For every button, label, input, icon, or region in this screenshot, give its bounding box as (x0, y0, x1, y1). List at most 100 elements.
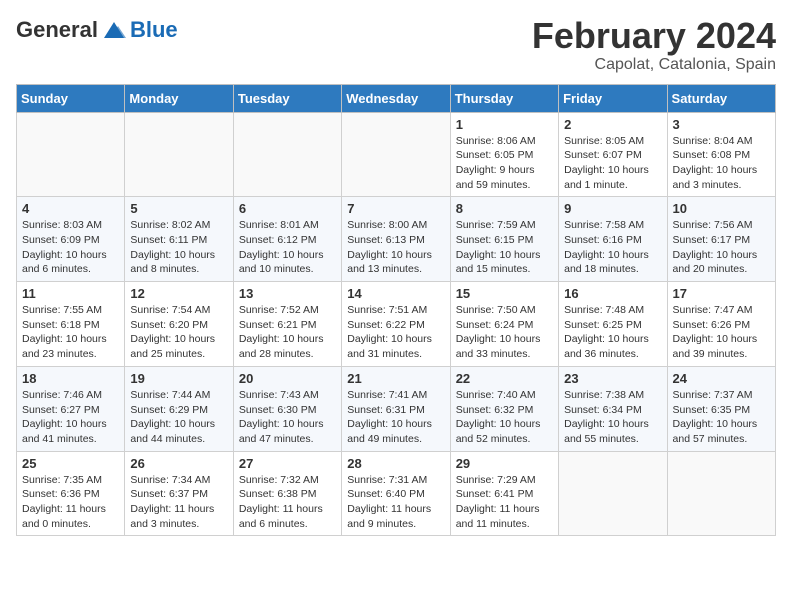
day-number: 21 (347, 371, 444, 386)
calendar-cell: 2 Sunrise: 8:05 AMSunset: 6:07 PMDaylight… (559, 112, 667, 197)
col-header-tuesday: Tuesday (233, 84, 341, 112)
calendar-cell: 1 Sunrise: 8:06 AMSunset: 6:05 PMDaylight… (450, 112, 558, 197)
col-header-friday: Friday (559, 84, 667, 112)
col-header-monday: Monday (125, 84, 233, 112)
calendar-cell (125, 112, 233, 197)
day-info: Sunrise: 7:43 AMSunset: 6:30 PMDaylight:… (239, 388, 336, 447)
calendar-cell: 3 Sunrise: 8:04 AMSunset: 6:08 PMDaylight… (667, 112, 775, 197)
calendar-cell: 6 Sunrise: 8:01 AMSunset: 6:12 PMDaylight… (233, 197, 341, 282)
col-header-wednesday: Wednesday (342, 84, 450, 112)
calendar-cell (342, 112, 450, 197)
day-number: 26 (130, 456, 227, 471)
day-info: Sunrise: 7:58 AMSunset: 6:16 PMDaylight:… (564, 218, 661, 277)
day-number: 25 (22, 456, 119, 471)
calendar-cell: 13 Sunrise: 7:52 AMSunset: 6:21 PMDayligh… (233, 282, 341, 367)
day-info: Sunrise: 8:02 AMSunset: 6:11 PMDaylight:… (130, 218, 227, 277)
col-header-thursday: Thursday (450, 84, 558, 112)
col-header-sunday: Sunday (17, 84, 125, 112)
calendar-cell: 12 Sunrise: 7:54 AMSunset: 6:20 PMDayligh… (125, 282, 233, 367)
calendar-cell: 23Sunrise: 7:38 AMSunset: 6:34 PMDayligh… (559, 366, 667, 451)
day-info: Sunrise: 7:51 AMSunset: 6:22 PMDaylight:… (347, 303, 444, 362)
calendar-cell: 20 Sunrise: 7:43 AMSunset: 6:30 PMDayligh… (233, 366, 341, 451)
day-number: 17 (673, 286, 770, 301)
calendar-cell: 28Sunrise: 7:31 AMSunset: 6:40 PMDayligh… (342, 451, 450, 536)
day-info: Sunrise: 7:44 AMSunset: 6:29 PMDaylight:… (130, 388, 227, 447)
day-info: Sunrise: 7:47 AMSunset: 6:26 PMDaylight:… (673, 303, 770, 362)
day-number: 9 (564, 201, 661, 216)
calendar-cell: 8 Sunrise: 7:59 AMSunset: 6:15 PMDaylight… (450, 197, 558, 282)
day-number: 18 (22, 371, 119, 386)
main-title: February 2024 (532, 16, 776, 56)
calendar-cell: 27 Sunrise: 7:32 AMSunset: 6:38 PMDayligh… (233, 451, 341, 536)
calendar-table: SundayMondayTuesdayWednesdayThursdayFrid… (16, 84, 776, 537)
day-number: 3 (673, 117, 770, 132)
calendar-cell: 24 Sunrise: 7:37 AMSunset: 6:35 PMDayligh… (667, 366, 775, 451)
day-number: 8 (456, 201, 553, 216)
day-info: Sunrise: 7:40 AMSunset: 6:32 PMDaylight:… (456, 388, 553, 447)
subtitle: Capolat, Catalonia, Spain (532, 56, 776, 74)
day-info: Sunrise: 7:29 AMSunset: 6:41 PMDaylight:… (456, 473, 553, 532)
day-number: 22 (456, 371, 553, 386)
calendar-cell: 22 Sunrise: 7:40 AMSunset: 6:32 PMDayligh… (450, 366, 558, 451)
calendar-cell: 18Sunrise: 7:46 AMSunset: 6:27 PMDayligh… (17, 366, 125, 451)
day-number: 7 (347, 201, 444, 216)
day-number: 29 (456, 456, 553, 471)
calendar-cell: 26 Sunrise: 7:34 AMSunset: 6:37 PMDayligh… (125, 451, 233, 536)
day-info: Sunrise: 8:03 AMSunset: 6:09 PMDaylight:… (22, 218, 119, 277)
day-info: Sunrise: 7:55 AMSunset: 6:18 PMDaylight:… (22, 303, 119, 362)
logo-icon (100, 16, 128, 44)
calendar-cell: 16 Sunrise: 7:48 AMSunset: 6:25 PMDayligh… (559, 282, 667, 367)
day-info: Sunrise: 7:41 AMSunset: 6:31 PMDaylight:… (347, 388, 444, 447)
day-number: 20 (239, 371, 336, 386)
calendar-cell: 14 Sunrise: 7:51 AMSunset: 6:22 PMDayligh… (342, 282, 450, 367)
day-number: 5 (130, 201, 227, 216)
calendar-cell: 11Sunrise: 7:55 AMSunset: 6:18 PMDayligh… (17, 282, 125, 367)
calendar-cell: 15Sunrise: 7:50 AMSunset: 6:24 PMDayligh… (450, 282, 558, 367)
day-number: 15 (456, 286, 553, 301)
day-number: 14 (347, 286, 444, 301)
calendar-cell: 19Sunrise: 7:44 AMSunset: 6:29 PMDayligh… (125, 366, 233, 451)
calendar-cell (233, 112, 341, 197)
calendar-cell: 29 Sunrise: 7:29 AMSunset: 6:41 PMDayligh… (450, 451, 558, 536)
day-number: 16 (564, 286, 661, 301)
calendar-cell: 10 Sunrise: 7:56 AMSunset: 6:17 PMDayligh… (667, 197, 775, 282)
day-info: Sunrise: 7:56 AMSunset: 6:17 PMDaylight:… (673, 218, 770, 277)
day-number: 24 (673, 371, 770, 386)
day-info: Sunrise: 7:52 AMSunset: 6:21 PMDaylight:… (239, 303, 336, 362)
day-info: Sunrise: 8:04 AMSunset: 6:08 PMDaylight:… (673, 134, 770, 193)
day-info: Sunrise: 7:54 AMSunset: 6:20 PMDaylight:… (130, 303, 227, 362)
day-info: Sunrise: 7:59 AMSunset: 6:15 PMDaylight:… (456, 218, 553, 277)
day-number: 10 (673, 201, 770, 216)
day-info: Sunrise: 8:06 AMSunset: 6:05 PMDaylight:… (456, 134, 553, 193)
logo-blue: Blue (130, 17, 178, 43)
calendar-cell (559, 451, 667, 536)
calendar-cell: 9 Sunrise: 7:58 AMSunset: 6:16 PMDaylight… (559, 197, 667, 282)
day-number: 13 (239, 286, 336, 301)
day-info: Sunrise: 7:31 AMSunset: 6:40 PMDaylight:… (347, 473, 444, 532)
day-number: 27 (239, 456, 336, 471)
day-number: 4 (22, 201, 119, 216)
page-header: General Blue February 2024 Capolat, Cata… (16, 16, 776, 74)
day-info: Sunrise: 8:05 AMSunset: 6:07 PMDaylight:… (564, 134, 661, 193)
day-info: Sunrise: 7:34 AMSunset: 6:37 PMDaylight:… (130, 473, 227, 532)
calendar-cell (667, 451, 775, 536)
day-number: 1 (456, 117, 553, 132)
calendar-cell (17, 112, 125, 197)
day-info: Sunrise: 8:00 AMSunset: 6:13 PMDaylight:… (347, 218, 444, 277)
day-number: 12 (130, 286, 227, 301)
logo-general: General (16, 17, 98, 43)
day-number: 6 (239, 201, 336, 216)
day-number: 2 (564, 117, 661, 132)
day-info: Sunrise: 7:37 AMSunset: 6:35 PMDaylight:… (673, 388, 770, 447)
day-number: 23 (564, 371, 661, 386)
day-info: Sunrise: 8:01 AMSunset: 6:12 PMDaylight:… (239, 218, 336, 277)
title-block: February 2024 Capolat, Catalonia, Spain (532, 16, 776, 74)
day-info: Sunrise: 7:35 AMSunset: 6:36 PMDaylight:… (22, 473, 119, 532)
day-info: Sunrise: 7:32 AMSunset: 6:38 PMDaylight:… (239, 473, 336, 532)
col-header-saturday: Saturday (667, 84, 775, 112)
logo: General Blue (16, 16, 178, 44)
calendar-cell: 25 Sunrise: 7:35 AMSunset: 6:36 PMDayligh… (17, 451, 125, 536)
calendar-cell: 17 Sunrise: 7:47 AMSunset: 6:26 PMDayligh… (667, 282, 775, 367)
calendar-cell: 4 Sunrise: 8:03 AMSunset: 6:09 PMDaylight… (17, 197, 125, 282)
day-info: Sunrise: 7:48 AMSunset: 6:25 PMDaylight:… (564, 303, 661, 362)
